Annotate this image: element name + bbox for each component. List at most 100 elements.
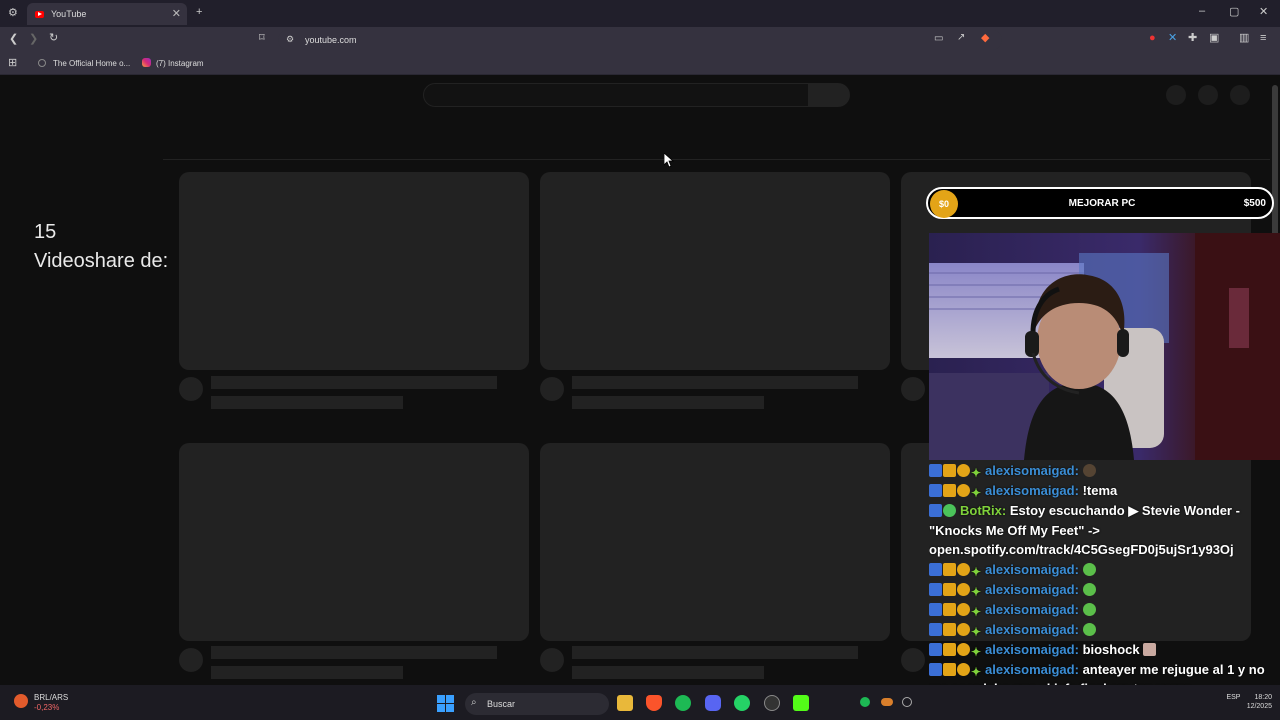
title-skeleton xyxy=(572,376,858,389)
chat-username[interactable]: alexisomaigad: xyxy=(985,463,1079,478)
notifications-button-skeleton[interactable] xyxy=(1198,85,1218,105)
brave-shields-icon[interactable]: ◆ xyxy=(981,33,989,44)
chat-text: !tema xyxy=(1082,483,1118,498)
sidebar-toggle-icon[interactable]: ▥ xyxy=(1239,33,1249,44)
extensions-icon[interactable]: ✚ xyxy=(1188,33,1197,44)
tier-badge-icon xyxy=(957,622,970,636)
chat-message: ✦ alexisomaigad: xyxy=(929,560,1274,580)
tray-whatsapp-icon[interactable] xyxy=(902,697,912,707)
chat-username[interactable]: alexisomaigad: xyxy=(985,622,1079,637)
chat-badges: ✦ xyxy=(929,620,982,640)
chat-message: ✦ alexisomaigad: bioshock xyxy=(929,640,1274,660)
search-button-skeleton[interactable] xyxy=(808,83,850,107)
bookmark-icon[interactable]: ⌑ xyxy=(259,33,265,44)
site-info-icon[interactable]: ⚙ xyxy=(286,35,294,44)
discord-icon[interactable] xyxy=(705,695,721,711)
bot-badge-icon xyxy=(943,504,956,517)
close-tab-icon[interactable]: ✕ xyxy=(172,7,181,20)
avatar-skeleton[interactable] xyxy=(1230,85,1250,105)
windows-start-icon[interactable] xyxy=(437,695,454,712)
sub-badge-icon xyxy=(929,504,942,517)
url-field[interactable]: ⚙ youtube.com xyxy=(278,30,1002,50)
ticker-widget[interactable]: BRL/ARS -0,23% xyxy=(34,693,68,713)
sub-badge-icon xyxy=(929,662,942,676)
channel-avatar-skeleton xyxy=(901,377,925,401)
video-thumbnail-skeleton[interactable] xyxy=(179,172,529,370)
close-window-icon[interactable]: ✕ xyxy=(1259,5,1268,18)
create-button-skeleton[interactable] xyxy=(1166,85,1186,105)
cast-icon[interactable]: ▭ xyxy=(934,34,943,44)
tray-cloud-icon[interactable] xyxy=(881,698,893,706)
goal-label: MEJORAR PC xyxy=(1068,198,1136,209)
chat-username[interactable]: alexisomaigad: xyxy=(985,562,1079,577)
title-skeleton xyxy=(211,376,497,389)
main-menu-icon[interactable]: ≡ xyxy=(1260,33,1266,44)
bookmark-instagram[interactable]: (7) Instagram xyxy=(156,59,204,68)
minimize-icon[interactable]: – xyxy=(1199,5,1205,17)
extension-red-icon[interactable]: ● xyxy=(1149,33,1156,44)
reload-icon[interactable]: ↻ xyxy=(49,33,58,44)
webcam-image xyxy=(929,233,1280,460)
maximize-icon[interactable]: ▢ xyxy=(1229,5,1239,18)
ticker-name: BRL/ARS xyxy=(34,693,69,702)
tier-badge-icon xyxy=(957,602,970,616)
face-emote-icon xyxy=(1143,642,1157,656)
chat-badges: ✦ xyxy=(929,580,982,600)
sparkle-badge-icon: ✦ xyxy=(971,604,982,619)
taskbar-search[interactable]: ⌕ Buscar xyxy=(465,693,609,715)
chat-badges: ✦ xyxy=(929,660,982,679)
chat-message: ✦ alexisomaigad: !tema xyxy=(929,481,1274,501)
forward-icon[interactable]: ❯ xyxy=(29,34,38,45)
chat-username[interactable]: alexisomaigad: xyxy=(985,662,1079,677)
chat-message: ✦ alexisomaigad: xyxy=(929,620,1274,640)
extension-translate-icon[interactable]: ✕ xyxy=(1168,33,1177,44)
chat-username[interactable]: alexisomaigad: xyxy=(985,582,1079,597)
tier-badge-icon xyxy=(957,662,970,676)
dancer-emote-icon xyxy=(1082,464,1096,477)
obs-icon[interactable] xyxy=(764,695,780,711)
sub-badge-icon xyxy=(929,484,942,497)
taskbar-clock[interactable]: ESP 18:20 12/2025 xyxy=(1226,693,1272,711)
videoshare-count: 15 xyxy=(34,221,57,243)
tray-spotify-icon[interactable] xyxy=(860,697,870,707)
meta-skeleton xyxy=(211,396,403,409)
sub-badge-icon xyxy=(929,622,942,636)
video-thumbnail-skeleton[interactable] xyxy=(179,443,529,641)
kick-icon[interactable] xyxy=(793,695,809,711)
search-input-skeleton[interactable] xyxy=(423,83,809,107)
bookmark-favicon-icon xyxy=(38,59,46,67)
video-thumbnail-skeleton[interactable] xyxy=(540,172,890,370)
new-tab-icon[interactable]: + xyxy=(196,7,202,18)
sparkle-badge-icon: ✦ xyxy=(971,664,982,679)
brave-browser-icon[interactable] xyxy=(646,695,662,711)
browser-tab-bar: ⚙ YouTube ✕ + – ▢ ✕ xyxy=(0,0,1280,27)
sub-badge-icon xyxy=(929,582,942,596)
chat-username[interactable]: alexisomaigad: xyxy=(985,602,1079,617)
brave-menu-icon[interactable]: ⚙ xyxy=(8,8,18,19)
spotify-icon[interactable] xyxy=(675,695,691,711)
apps-grid-icon[interactable]: ⊞ xyxy=(8,58,17,69)
share-icon[interactable]: ↗ xyxy=(957,33,965,43)
wallet-icon[interactable]: ▣ xyxy=(1209,33,1219,44)
whatsapp-icon[interactable] xyxy=(734,695,750,711)
crown-badge-icon xyxy=(943,464,956,477)
video-thumbnail-skeleton[interactable] xyxy=(540,443,890,641)
language-indicator[interactable]: ESP xyxy=(1226,693,1240,702)
tab-title: YouTube xyxy=(51,9,87,19)
tab-youtube[interactable]: YouTube ✕ xyxy=(27,3,187,25)
goal-end: $500 xyxy=(1243,198,1266,209)
green-emote-icon xyxy=(1082,582,1096,596)
bookmark-official-home[interactable]: The Official Home o... xyxy=(53,59,130,68)
chat-username[interactable]: alexisomaigad: xyxy=(985,483,1079,498)
chat-username[interactable]: alexisomaigad: xyxy=(985,642,1079,657)
videoshare-label: Videoshare de: xyxy=(34,250,169,272)
search-icon: ⌕ xyxy=(471,697,477,708)
chat-badges: ✦ xyxy=(929,481,982,501)
chat-username[interactable]: BotRix: xyxy=(960,503,1006,518)
back-icon[interactable]: ❮ xyxy=(9,34,18,45)
green-emote-icon xyxy=(1082,622,1096,636)
weather-widget-icon[interactable] xyxy=(14,694,28,708)
file-explorer-icon[interactable] xyxy=(617,695,633,711)
sparkle-badge-icon: ✦ xyxy=(971,644,982,659)
mouse-cursor-icon xyxy=(664,153,674,168)
